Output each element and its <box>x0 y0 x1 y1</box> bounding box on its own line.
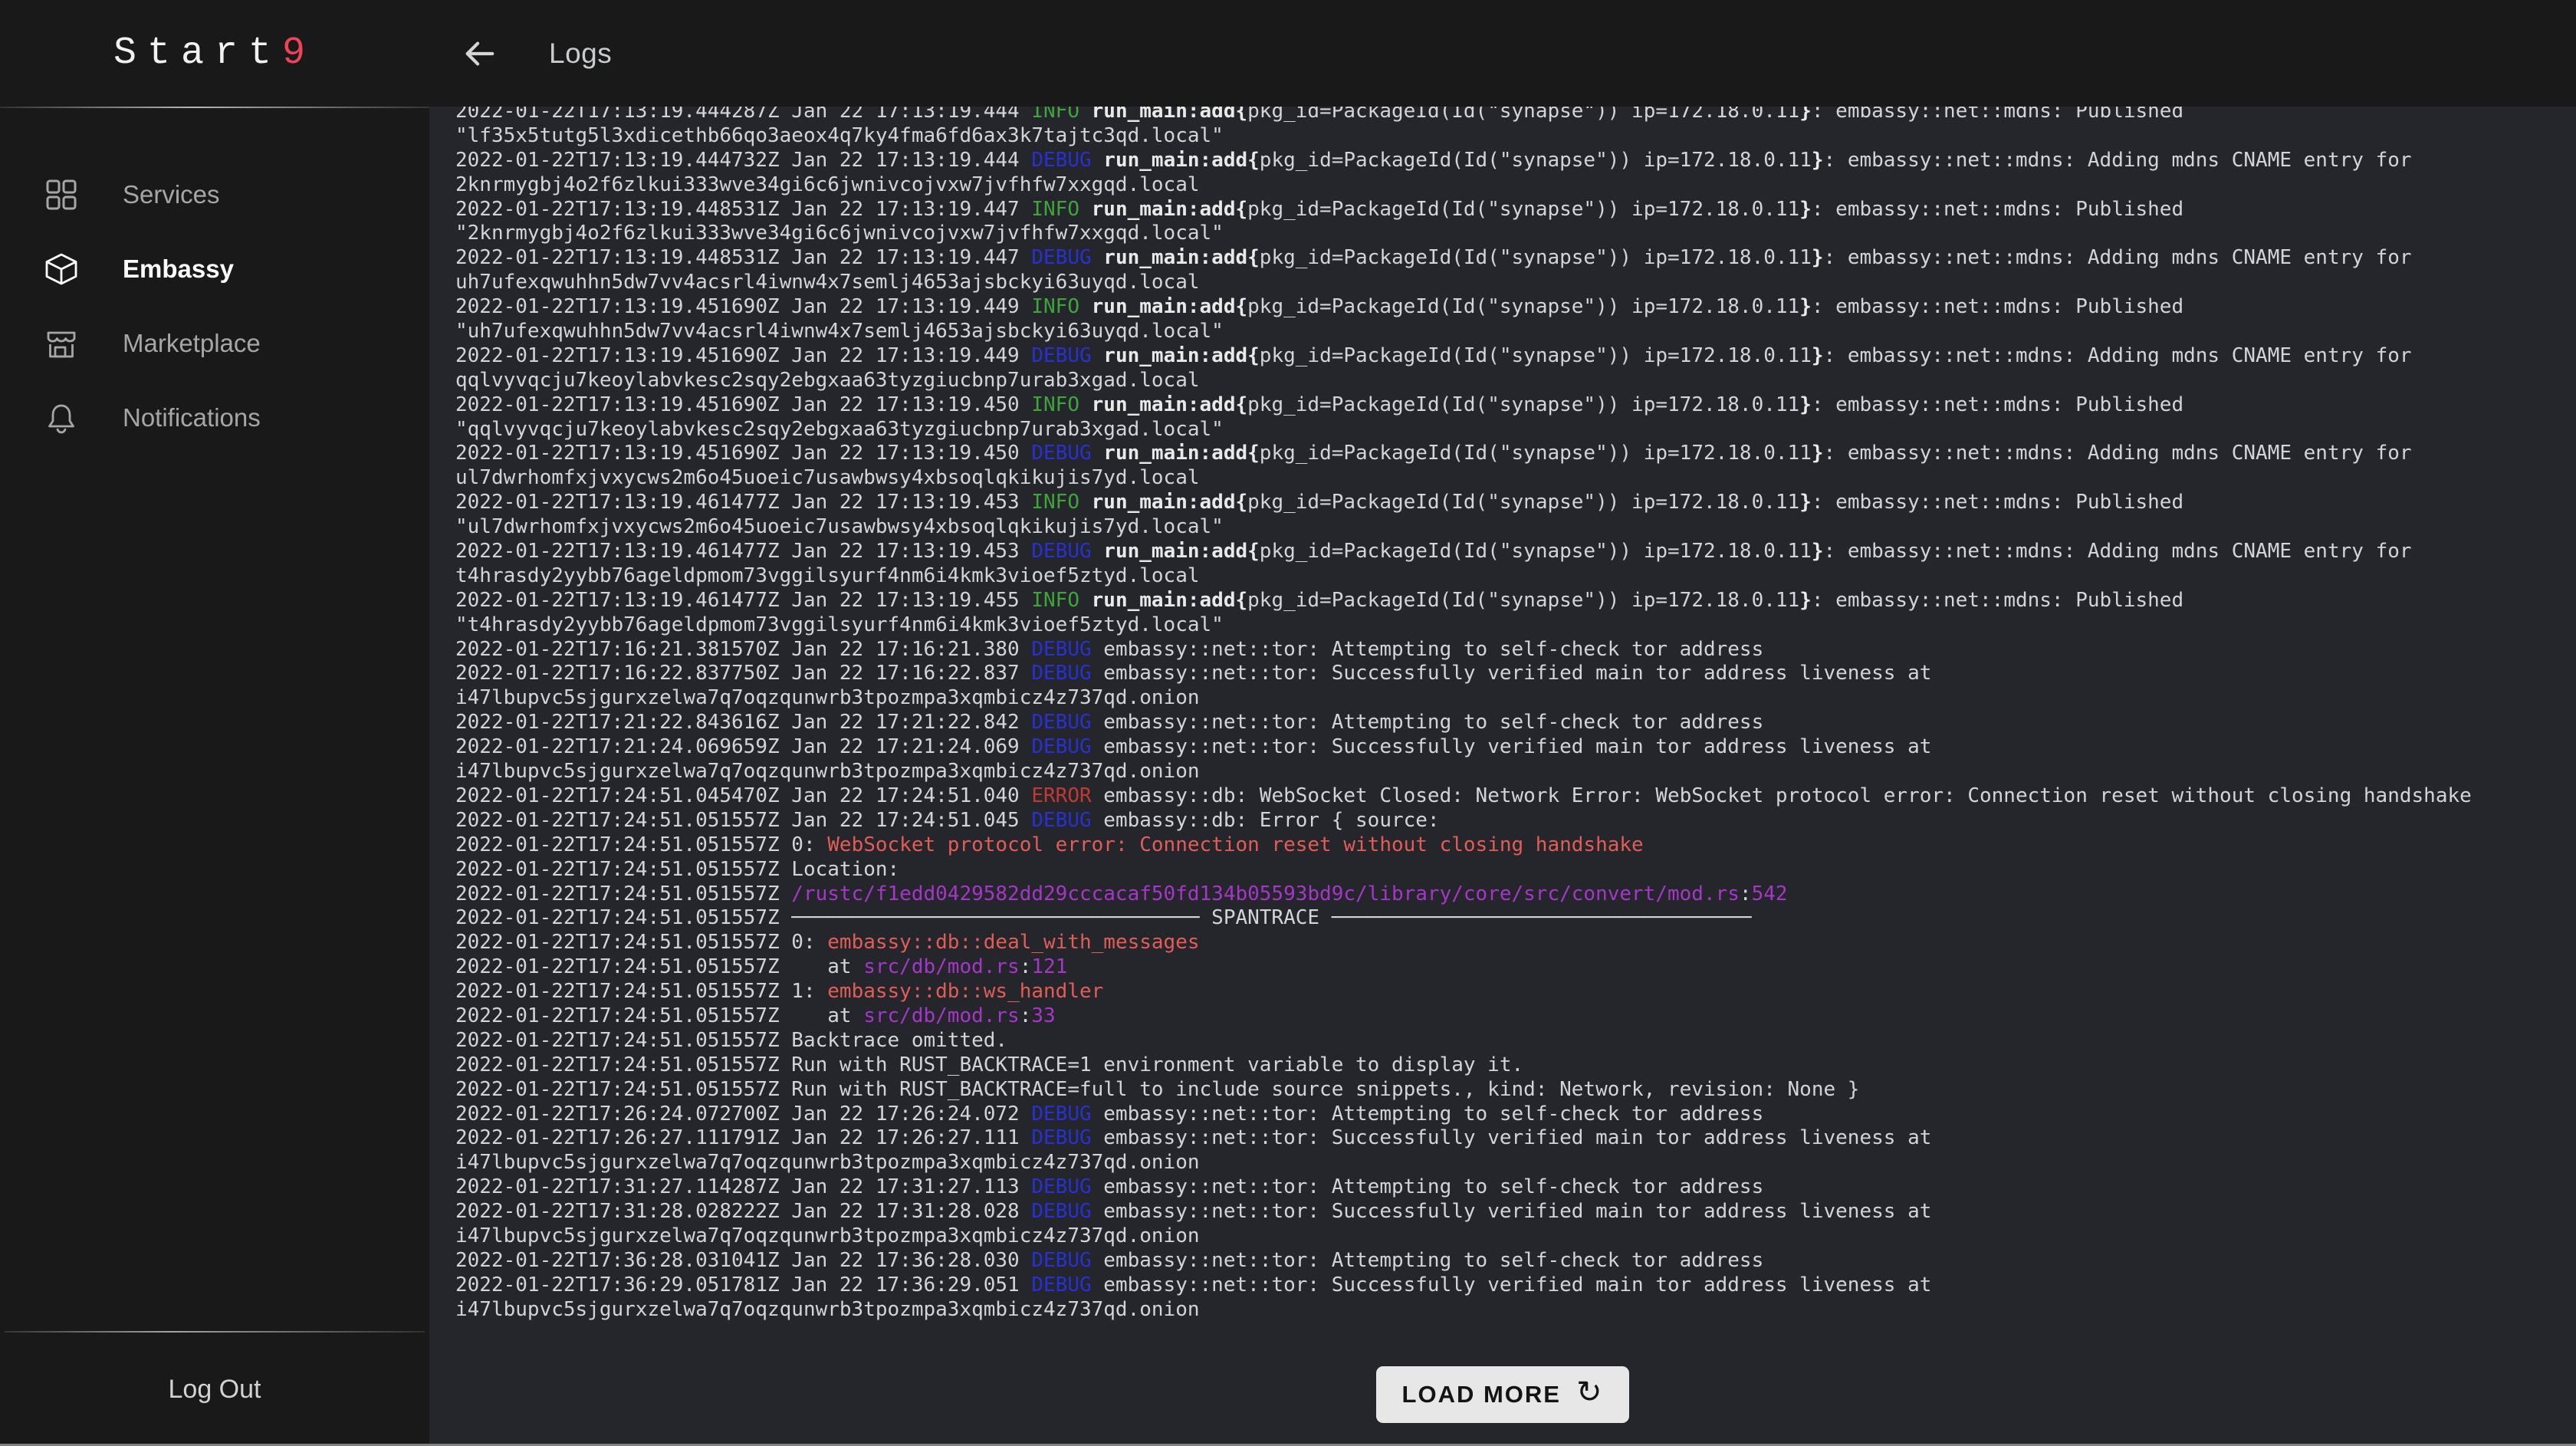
sidebar-item-notifications[interactable]: Notifications <box>0 380 429 455</box>
log-line: uh7ufexqwuhhn5dw7vv4acsrl4iwnw4x7semlj46… <box>455 271 2576 295</box>
log-line: 2022-01-22T17:16:22.837750Z Jan 22 17:16… <box>455 662 2576 686</box>
sidebar-divider <box>0 107 429 108</box>
log-line: 2knrmygbj4o2f6zlkui333wve34gi6c6jwnivcoj… <box>455 173 2576 198</box>
log-line: 2022-01-22T17:31:28.028222Z Jan 22 17:31… <box>455 1200 2576 1224</box>
sidebar-item-marketplace[interactable]: Marketplace <box>0 306 429 380</box>
log-viewer[interactable]: 2022-01-22T17:13:19.444287Z Jan 22 17:13… <box>429 107 2576 1446</box>
sidebar-item-label: Notifications <box>123 403 261 432</box>
sidebar-item-label: Embassy <box>123 255 234 284</box>
log-line: "2knrmygbj4o2f6zlkui333wve34gi6c6jwnivco… <box>455 222 2576 246</box>
log-line: 2022-01-22T17:24:51.051557Z at src/db/mo… <box>455 1004 2576 1029</box>
log-line: 2022-01-22T17:13:19.444287Z Jan 22 17:13… <box>455 107 2576 124</box>
log-line: "qqlvyvqcju7keoylabvkesc2sqy2ebgxaa63tyz… <box>455 418 2576 442</box>
log-line: "uh7ufexqwuhhn5dw7vv4acsrl4iwnw4x7semlj4… <box>455 320 2576 344</box>
log-line: 2022-01-22T17:13:19.451690Z Jan 22 17:13… <box>455 344 2576 369</box>
log-line: 2022-01-22T17:13:19.448531Z Jan 22 17:13… <box>455 246 2576 271</box>
log-line: "t4hrasdy2yybb76ageldpmom73vggilsyurf4nm… <box>455 613 2576 638</box>
log-line: 2022-01-22T17:24:51.051557Z Jan 22 17:24… <box>455 809 2576 833</box>
log-line: ul7dwrhomfxjvxycws2m6o45uoeic7usawbwsy4x… <box>455 466 2576 491</box>
log-line: 2022-01-22T17:21:22.843616Z Jan 22 17:21… <box>455 711 2576 735</box>
page-header: Logs <box>429 0 2576 107</box>
log-line: 2022-01-22T17:26:24.072700Z Jan 22 17:26… <box>455 1103 2576 1127</box>
log-line: "lf35x5tutg5l3xdicethb66qo3aeox4q7ky4fma… <box>455 124 2576 149</box>
sidebar-item-embassy[interactable]: Embassy <box>0 232 429 306</box>
bell-icon <box>43 399 80 436</box>
log-line: 2022-01-22T17:13:19.451690Z Jan 22 17:13… <box>455 393 2576 418</box>
log-line: 2022-01-22T17:13:19.451690Z Jan 22 17:13… <box>455 295 2576 320</box>
log-line: i47lbupvc5sjgurxzelwa7q7oqzqunwrb3tpozmp… <box>455 760 2576 784</box>
refresh-icon: ↻ <box>1576 1377 1604 1408</box>
log-line: qqlvyvqcju7keoylabvkesc2sqy2ebgxaa63tyzg… <box>455 369 2576 393</box>
sidebar-item-services[interactable]: Services <box>0 157 429 232</box>
log-line: 2022-01-22T17:36:29.051781Z Jan 22 17:36… <box>455 1273 2576 1298</box>
log-line: 2022-01-22T17:13:19.444732Z Jan 22 17:13… <box>455 149 2576 173</box>
log-line: 2022-01-22T17:24:51.051557Z Run with RUS… <box>455 1053 2576 1078</box>
logo: Start9 <box>0 0 429 107</box>
sidebar-spacer <box>0 455 429 1331</box>
load-more-label: LOAD MORE <box>1402 1381 1561 1408</box>
log-line: 2022-01-22T17:24:51.051557Z 1: embassy::… <box>455 980 2576 1004</box>
cube-icon <box>43 251 80 288</box>
log-line: 2022-01-22T17:26:27.111791Z Jan 22 17:26… <box>455 1126 2576 1151</box>
log-line: 2022-01-22T17:24:51.051557Z Run with RUS… <box>455 1078 2576 1103</box>
sidebar-item-label: Services <box>123 180 220 209</box>
log-line: 2022-01-22T17:24:51.051557Z 0: WebSocket… <box>455 833 2576 858</box>
log-lines: 2022-01-22T17:13:19.444287Z Jan 22 17:13… <box>429 107 2576 1323</box>
log-line: "ul7dwrhomfxjvxycws2m6o45uoeic7usawbwsy4… <box>455 515 2576 540</box>
log-line: 2022-01-22T17:24:51.051557Z at src/db/mo… <box>455 955 2576 980</box>
logout-button[interactable]: Log Out <box>0 1333 429 1446</box>
log-line: i47lbupvc5sjgurxzelwa7q7oqzqunwrb3tpozmp… <box>455 1298 2576 1323</box>
log-line: 2022-01-22T17:13:19.451690Z Jan 22 17:13… <box>455 442 2576 466</box>
log-line: i47lbupvc5sjgurxzelwa7q7oqzqunwrb3tpozmp… <box>455 1151 2576 1175</box>
log-line: 2022-01-22T17:13:19.461477Z Jan 22 17:13… <box>455 589 2576 613</box>
sidebar-nav: Services Embassy Marketplace Notificatio… <box>0 157 429 455</box>
log-line: 2022-01-22T17:16:21.381570Z Jan 22 17:16… <box>455 638 2576 662</box>
log-line: 2022-01-22T17:13:19.461477Z Jan 22 17:13… <box>455 540 2576 564</box>
log-line: 2022-01-22T17:24:51.045470Z Jan 22 17:24… <box>455 784 2576 809</box>
sidebar: Start9 Services Embassy Marketplace Not <box>0 0 429 1446</box>
log-line: 2022-01-22T17:24:51.051557Z ────────────… <box>455 906 2576 931</box>
log-line: 2022-01-22T17:24:51.051557Z /rustc/f1edd… <box>455 882 2576 907</box>
log-line: t4hrasdy2yybb76ageldpmom73vggilsyurf4nm6… <box>455 564 2576 589</box>
grid-icon <box>43 176 80 213</box>
logo-accent: 9 <box>282 31 316 75</box>
log-line: 2022-01-22T17:13:19.448531Z Jan 22 17:13… <box>455 198 2576 222</box>
page-title: Logs <box>549 38 612 70</box>
log-line: 2022-01-22T17:24:51.051557Z 0: embassy::… <box>455 931 2576 955</box>
load-more-button[interactable]: LOAD MORE ↻ <box>1376 1366 1630 1423</box>
log-line: 2022-01-22T17:21:24.069659Z Jan 22 17:21… <box>455 735 2576 760</box>
back-arrow-icon[interactable] <box>460 35 498 73</box>
log-line: 2022-01-22T17:36:28.031041Z Jan 22 17:36… <box>455 1249 2576 1273</box>
logo-text: Start <box>113 31 282 75</box>
log-line: 2022-01-22T17:24:51.051557Z Location: <box>455 858 2576 882</box>
log-line: 2022-01-22T17:24:51.051557Z Backtrace om… <box>455 1029 2576 1053</box>
log-line: i47lbupvc5sjgurxzelwa7q7oqzqunwrb3tpozmp… <box>455 686 2576 711</box>
load-more-wrap: LOAD MORE ↻ <box>429 1366 2576 1423</box>
storefront-icon <box>43 325 80 362</box>
log-line: 2022-01-22T17:13:19.461477Z Jan 22 17:13… <box>455 491 2576 515</box>
log-line: 2022-01-22T17:31:27.114287Z Jan 22 17:31… <box>455 1175 2576 1200</box>
sidebar-item-label: Marketplace <box>123 329 261 358</box>
log-line: i47lbupvc5sjgurxzelwa7q7oqzqunwrb3tpozmp… <box>455 1224 2576 1249</box>
